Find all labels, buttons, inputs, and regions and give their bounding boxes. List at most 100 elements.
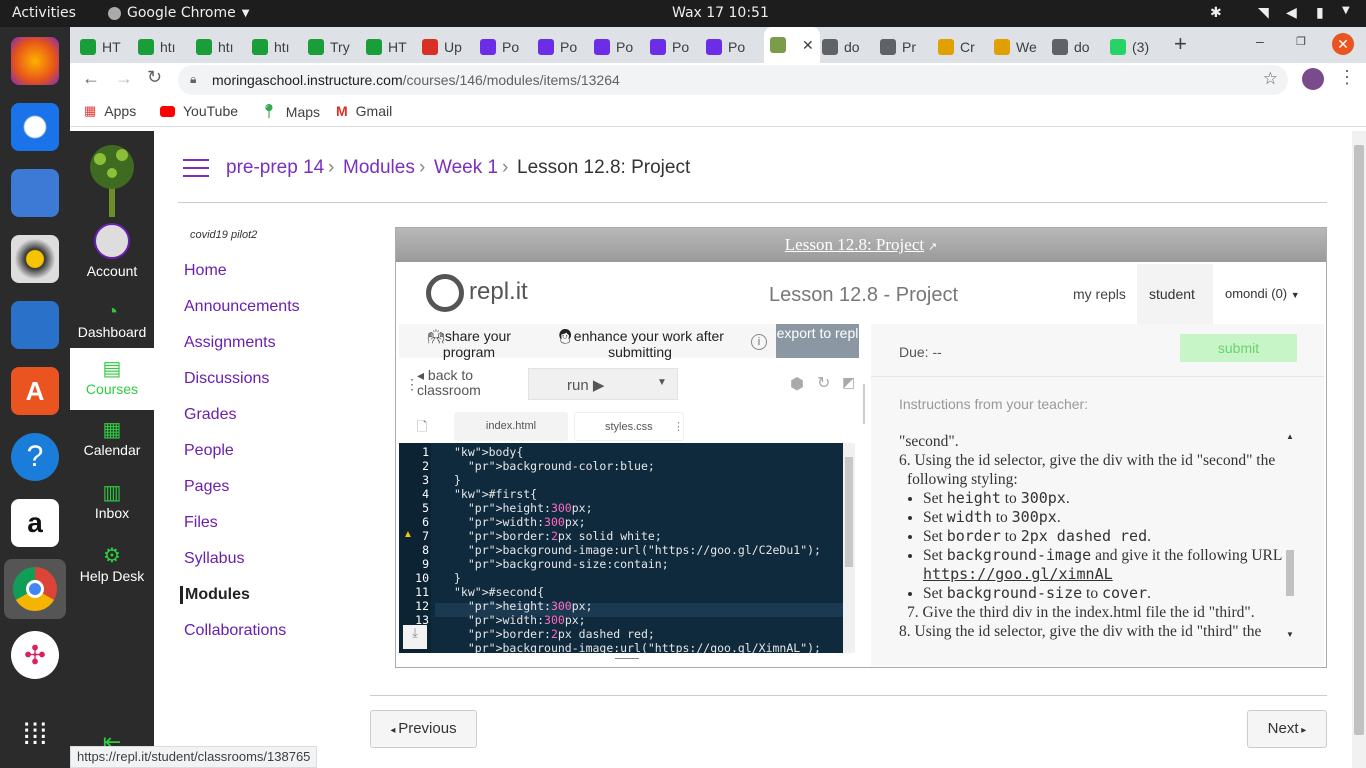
resize-handle[interactable]	[615, 658, 639, 659]
download-icon[interactable]: ⤓	[403, 625, 427, 649]
expand-icon[interactable]: ◩	[842, 374, 855, 391]
bookmark-maps[interactable]: 📍︎ Maps	[260, 103, 320, 120]
export-to-repl-button[interactable]: export to repl	[776, 324, 859, 358]
caret-down-icon[interactable]: ▼	[657, 377, 667, 388]
back-to-classroom-link[interactable]: ◂ back to classroom	[417, 368, 517, 398]
browser-tab[interactable]: We	[994, 33, 1048, 61]
browser-tab[interactable]: Po	[594, 33, 648, 61]
firefox-icon[interactable]	[11, 37, 59, 85]
browser-tab[interactable]: do	[1052, 33, 1106, 61]
user-menu[interactable]: omondi (0) ▼	[1225, 286, 1300, 301]
accessibility-icon[interactable]: ✱	[1210, 5, 1222, 21]
chrome-menu-icon[interactable]: ⋮	[1338, 67, 1356, 88]
minimize-button[interactable]: –	[1256, 33, 1264, 49]
course-nav-assignments[interactable]: Assignments	[184, 334, 276, 352]
profile-avatar[interactable]	[1302, 68, 1324, 90]
browser-tab[interactable]: htı	[138, 33, 192, 61]
files-icon[interactable]	[11, 169, 59, 217]
submit-button[interactable]: submit	[1180, 334, 1297, 362]
app-menu[interactable]: Google Chrome ▼	[108, 5, 249, 21]
browser-tab[interactable]: HT	[366, 33, 420, 61]
tab-menu-icon[interactable]: ⋮	[673, 413, 684, 442]
browser-tab[interactable]: Po	[480, 33, 534, 61]
enhance-work-button[interactable]: 👩︎enhance your work after submitting	[545, 328, 735, 360]
course-nav-modules[interactable]: Modules	[180, 586, 250, 604]
new-tab-button[interactable]: +	[1174, 31, 1187, 57]
course-nav-files[interactable]: Files	[184, 514, 218, 532]
course-nav-collaborations[interactable]: Collaborations	[184, 622, 286, 640]
nav-calendar[interactable]: ▦ Calendar	[70, 417, 154, 458]
repl-logo-text[interactable]: repl.it	[469, 278, 528, 306]
package-icon[interactable]: ⬢	[790, 374, 804, 394]
browser-tab[interactable]: Po	[650, 33, 704, 61]
browser-tab[interactable]: HT	[80, 33, 134, 61]
breadcrumb-modules[interactable]: Modules	[343, 157, 415, 179]
pane-divider[interactable]	[863, 384, 865, 424]
maximize-button[interactable]: ❐	[1296, 35, 1306, 48]
my-repls-link[interactable]: my repls	[1073, 286, 1126, 302]
nav-dashboard[interactable]: ◔ Dashboard	[70, 301, 154, 340]
amazon-icon[interactable]: a	[11, 499, 59, 547]
bookmark-youtube[interactable]: YouTube	[160, 103, 238, 119]
browser-tab[interactable]: htı	[196, 33, 250, 61]
course-nav-discussions[interactable]: Discussions	[184, 370, 269, 388]
tab-index-html[interactable]: index.html	[454, 412, 568, 441]
browser-tab[interactable]: Pr	[880, 33, 934, 61]
nav-account[interactable]: Account	[70, 223, 154, 279]
course-nav-syllabus[interactable]: Syllabus	[184, 550, 244, 568]
instructions-scrollbar[interactable]: ▲ ▼	[1284, 432, 1296, 644]
student-tab[interactable]: student	[1137, 264, 1213, 324]
frame-title-link[interactable]: Lesson 12.8: Project	[785, 235, 924, 254]
back-icon[interactable]: ←	[82, 68, 100, 89]
slack-icon[interactable]: ✣	[11, 631, 59, 679]
browser-tab[interactable]: (3)	[1110, 33, 1164, 61]
run-button[interactable]: run ▶ ▼	[528, 368, 678, 400]
browser-tab[interactable]: htı	[252, 33, 306, 61]
close-tab-icon[interactable]: ✕	[802, 37, 814, 54]
address-bar[interactable]: 🔒︎ moringaschool.instructure.com/courses…	[178, 65, 1288, 95]
battery-icon[interactable]: ▮	[1316, 5, 1324, 21]
libreoffice-writer-icon[interactable]	[11, 301, 59, 349]
volume-icon[interactable]: ◀	[1286, 5, 1297, 21]
browser-tab[interactable]: Po	[706, 33, 760, 61]
clock[interactable]: Wax 17 10:51	[672, 5, 769, 21]
system-menu-icon[interactable]: ▼	[1342, 5, 1350, 16]
breadcrumb-course[interactable]: pre-prep 14	[226, 157, 324, 179]
nav-inbox[interactable]: ▥ Inbox	[70, 480, 154, 521]
course-nav-grades[interactable]: Grades	[184, 406, 236, 424]
nav-help-desk[interactable]: ⚙ Help Desk	[70, 543, 154, 584]
browser-tab[interactable]: Cr	[938, 33, 992, 61]
course-nav-announcements[interactable]: Announcements	[184, 298, 300, 316]
close-window-button[interactable]: ✕	[1332, 33, 1354, 55]
browser-tab[interactable]: do	[822, 33, 876, 61]
page-scrollbar[interactable]	[1352, 131, 1366, 768]
software-center-icon[interactable]: A	[11, 367, 59, 415]
browser-tab[interactable]: Po	[538, 33, 592, 61]
nav-courses[interactable]: ▤ Courses	[70, 348, 154, 410]
browser-tab[interactable]: ✕	[764, 27, 820, 63]
tab-styles-css[interactable]: styles.css ⋮	[574, 412, 684, 441]
bookmark-apps[interactable]: ▦ Apps	[84, 103, 136, 119]
next-button[interactable]: Next ▸	[1247, 710, 1327, 748]
code-editor[interactable]: ▲ 1 "kw">body{2 "pr">background-color:blu…	[399, 443, 855, 653]
help-icon[interactable]: ?	[11, 433, 59, 481]
previous-button[interactable]: ◂ Previous	[370, 710, 477, 748]
refresh-icon[interactable]: ↻	[817, 373, 830, 393]
reload-icon[interactable]: ↻	[147, 67, 162, 88]
info-icon[interactable]: i	[751, 334, 767, 350]
forward-icon[interactable]: →	[115, 68, 133, 89]
school-logo[interactable]	[82, 139, 142, 219]
url-link[interactable]: https://goo.gl/ximnAL	[923, 565, 1113, 583]
course-nav-pages[interactable]: Pages	[184, 478, 229, 496]
bookmark-gmail[interactable]: M Gmail	[336, 103, 392, 119]
browser-tab[interactable]: Try	[308, 33, 362, 61]
hamburger-menu-icon[interactable]	[183, 159, 209, 177]
course-nav-people[interactable]: People	[184, 442, 234, 460]
show-applications-icon[interactable]: ⁞⁞⁞	[11, 711, 59, 759]
course-nav-home[interactable]: Home	[184, 262, 227, 280]
activities-button[interactable]: Activities	[12, 5, 76, 21]
chrome-dock-icon[interactable]	[4, 559, 66, 619]
add-file-icon[interactable]: 🗋︎	[417, 418, 427, 440]
rhythmbox-icon[interactable]	[11, 235, 59, 283]
breadcrumb-week[interactable]: Week 1	[434, 157, 498, 179]
